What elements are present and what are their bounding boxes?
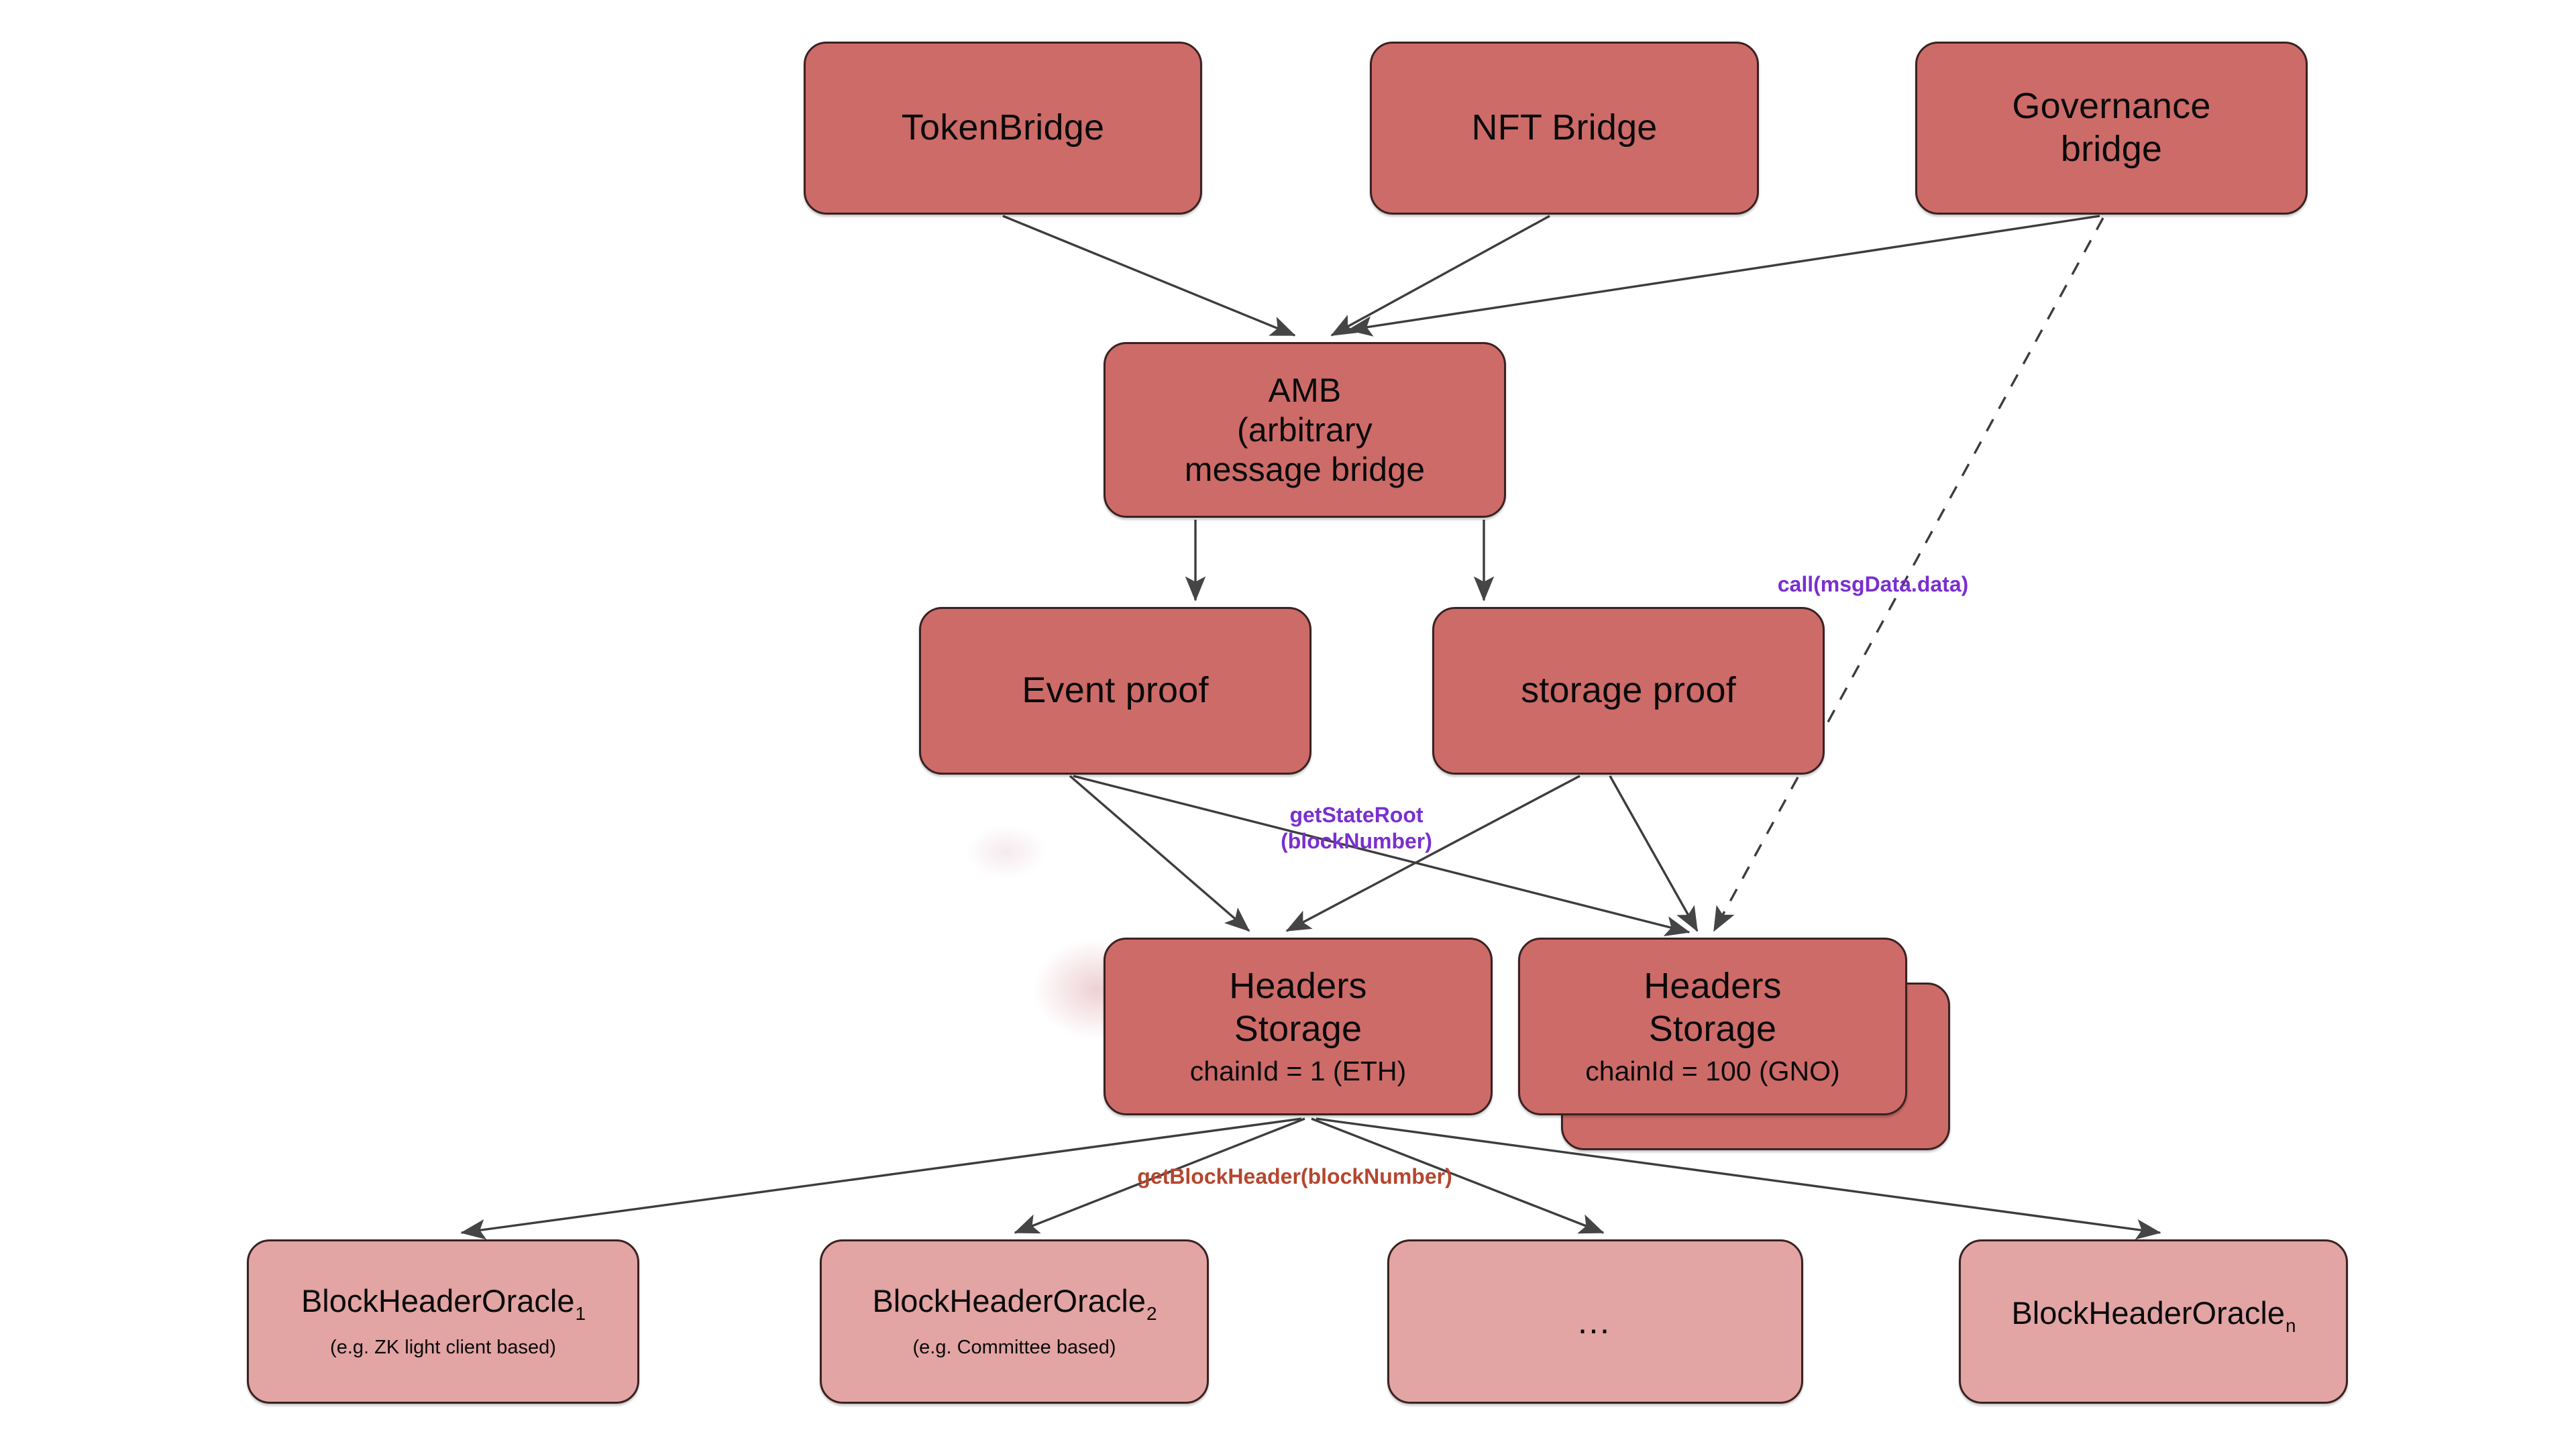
governance-bridge-label: Governance bridge — [2012, 86, 2211, 169]
edge-eventproof-headers-gno — [1073, 775, 1690, 937]
node-headers-storage-gno[interactable]: Headers Storage chainId = 100 (GNO) — [1518, 938, 1907, 1115]
node-nft-bridge[interactable]: NFT Bridge — [1370, 42, 1759, 215]
edge-eventproof-headers-eth — [1069, 775, 1250, 932]
storage-proof-label: storage proof — [1521, 670, 1736, 711]
headers-storage-eth-label: Headers Storage — [1229, 966, 1367, 1049]
edge-headers-oracle-2 — [1014, 1117, 1305, 1234]
edge-label-get-block-header: getBlockHeader(blockNumber) — [1137, 1164, 1452, 1188]
node-amb[interactable]: AMB (arbitrary message bridge — [1104, 342, 1506, 518]
oracle-ellipsis-dots: … — [1576, 1302, 1615, 1341]
node-storage-proof[interactable]: storage proof — [1432, 607, 1825, 775]
node-token-bridge[interactable]: TokenBridge — [804, 42, 1202, 215]
token-bridge-label: TokenBridge — [901, 107, 1105, 148]
node-governance-bridge[interactable]: Governance bridge — [1915, 42, 2308, 215]
amb-label: AMB (arbitrary message bridge — [1184, 371, 1426, 488]
edge-tokenbridge-amb — [1002, 215, 1296, 337]
edge-nftbridge-amb — [1330, 215, 1550, 337]
edge-label-get-state-root: getStateRoot (blockNumber) — [1281, 803, 1432, 854]
headers-storage-gno-chainid: chainId = 100 (GNO) — [1585, 1055, 1840, 1086]
diagram-canvas: chainId = n TokenBridge NFT Bridge Gover… — [0, 0, 2576, 1450]
oracle-1-name: BlockHeaderOracle1 — [301, 1283, 586, 1325]
node-oracle-1[interactable]: BlockHeaderOracle1 (e.g. ZK light client… — [247, 1239, 639, 1404]
node-oracle-ellipsis[interactable]: … — [1387, 1239, 1803, 1404]
node-headers-storage-eth[interactable]: Headers Storage chainId = 1 (ETH) — [1104, 938, 1493, 1115]
oracle-2-index: 2 — [1146, 1303, 1157, 1325]
edge-storageproof-headers-gno — [1609, 775, 1699, 932]
oracle-2-name: BlockHeaderOracle2 — [872, 1283, 1157, 1325]
node-oracle-n[interactable]: BlockHeaderOraclen — [1959, 1239, 2348, 1404]
oracle-1-index: 1 — [575, 1303, 586, 1325]
edge-label-call-msgdata: call(msgData.data) — [1777, 572, 1969, 596]
oracle-2-note: (e.g. Committee based) — [912, 1336, 1116, 1358]
edge-storageproof-headers-eth — [1285, 775, 1580, 932]
nft-bridge-label: NFT Bridge — [1471, 107, 1658, 148]
oracle-1-note: (e.g. ZK light client based) — [330, 1336, 556, 1358]
edge-governancebridge-amb — [1347, 215, 2100, 337]
edge-headers-oracle-1 — [460, 1117, 1302, 1240]
node-oracle-2[interactable]: BlockHeaderOracle2 (e.g. Committee based… — [820, 1239, 1209, 1404]
edge-governancebridge-headers-gno-dashed — [1713, 217, 2104, 932]
headers-storage-eth-chainid: chainId = 1 (ETH) — [1189, 1055, 1407, 1086]
edge-headers-oracle-ellipsis — [1311, 1117, 1605, 1234]
oracle-n-index: n — [2285, 1315, 2296, 1336]
headers-storage-gno-label: Headers Storage — [1644, 966, 1782, 1049]
scan-artifact-2 — [966, 825, 1046, 879]
event-proof-label: Event proof — [1022, 670, 1209, 711]
oracle-n-name: BlockHeaderOraclen — [2011, 1294, 2296, 1336]
node-event-proof[interactable]: Event proof — [919, 607, 1311, 775]
